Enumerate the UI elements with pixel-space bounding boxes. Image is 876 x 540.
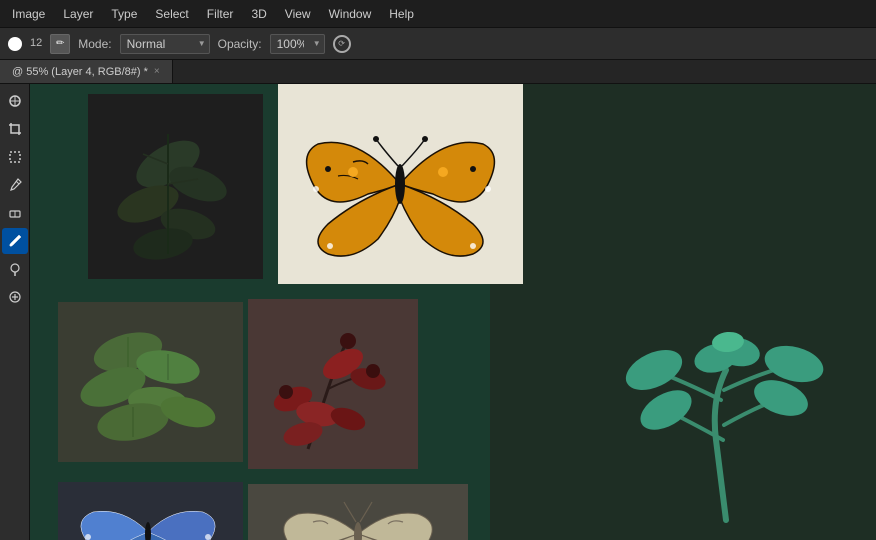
- document-tab[interactable]: @ 55% (Layer 4, RGB/8#) * ×: [0, 60, 173, 83]
- plant-illustration-area: [490, 84, 876, 540]
- brush-preview-circle: [8, 37, 22, 51]
- brush-tool[interactable]: [2, 228, 28, 254]
- marquee-icon: [7, 149, 23, 165]
- brush-icon: [7, 233, 23, 249]
- menu-window[interactable]: Window: [321, 3, 380, 25]
- brush-settings-icon[interactable]: ✏: [50, 34, 70, 54]
- menu-type[interactable]: Type: [103, 3, 145, 25]
- healing-icon: [7, 289, 23, 305]
- eraser-icon: [7, 205, 23, 221]
- mode-select[interactable]: Normal Dissolve Multiply Screen Overlay: [120, 34, 210, 54]
- menu-3d[interactable]: 3D: [243, 3, 274, 25]
- menu-image[interactable]: Image: [4, 3, 53, 25]
- green-leaves-tile: [58, 302, 243, 462]
- menu-filter[interactable]: Filter: [199, 3, 242, 25]
- opacity-dropdown-wrapper: 100% 75% 50% 25% ▼: [270, 34, 325, 54]
- red-flowers-tile: [248, 299, 418, 469]
- menu-layer[interactable]: Layer: [55, 3, 101, 25]
- flow-icon: ⟳: [333, 35, 351, 53]
- mode-label: Mode:: [78, 37, 111, 51]
- dark-leaves-tile: [88, 94, 263, 279]
- toolbar: [0, 84, 30, 540]
- spot-healing-brush-tool[interactable]: [2, 88, 28, 114]
- menu-select[interactable]: Select: [147, 3, 196, 25]
- eyedropper-icon: [7, 177, 23, 193]
- plant-illustration: [576, 240, 876, 540]
- spot-heal-icon: [7, 93, 23, 109]
- options-bar: 12 ✏ Mode: Normal Dissolve Multiply Scre…: [0, 28, 876, 60]
- opacity-select[interactable]: 100% 75% 50% 25%: [270, 34, 325, 54]
- canvas-area[interactable]: [30, 84, 876, 540]
- clone-stamp-tool[interactable]: [2, 256, 28, 282]
- blue-butterfly-tile: [58, 482, 243, 540]
- eraser-tool[interactable]: [2, 200, 28, 226]
- tab-bar: @ 55% (Layer 4, RGB/8#) * ×: [0, 60, 876, 84]
- brush-size-label: 12: [30, 38, 42, 49]
- menu-view[interactable]: View: [277, 3, 319, 25]
- main-area: [0, 84, 876, 540]
- menu-bar: Image Layer Type Select Filter 3D View W…: [0, 0, 876, 28]
- eyedropper-tool[interactable]: [2, 172, 28, 198]
- healing-brush-tool[interactable]: [2, 284, 28, 310]
- mode-dropdown-wrapper: Normal Dissolve Multiply Screen Overlay …: [120, 34, 210, 54]
- tab-close-button[interactable]: ×: [154, 66, 160, 77]
- moth-tile: [248, 484, 468, 540]
- opacity-label: Opacity:: [218, 37, 262, 51]
- tab-label: @ 55% (Layer 4, RGB/8#) *: [12, 66, 148, 78]
- menu-help[interactable]: Help: [381, 3, 422, 25]
- crop-icon: [7, 121, 23, 137]
- marquee-tool[interactable]: [2, 144, 28, 170]
- large-butterfly-tile: [278, 84, 523, 284]
- clone-stamp-icon: [7, 261, 23, 277]
- crop-tool[interactable]: [2, 116, 28, 142]
